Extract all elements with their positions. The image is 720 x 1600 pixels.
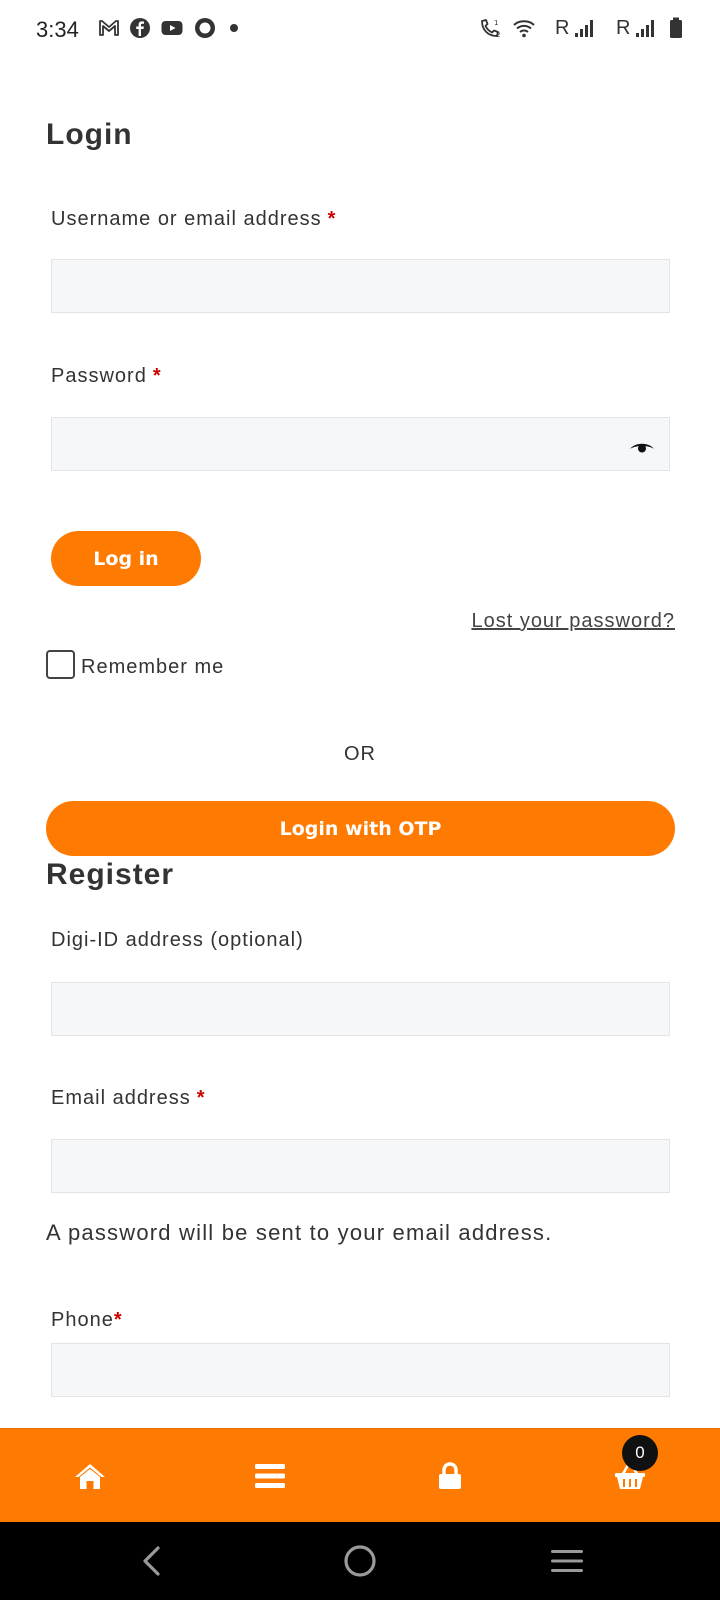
- roaming-label: R: [616, 17, 631, 39]
- system-recents-button[interactable]: [507, 1522, 627, 1600]
- remember-me[interactable]: Remember me: [46, 649, 224, 679]
- password-info-text: A password will be sent to your email ad…: [46, 1220, 553, 1245]
- lost-password-link[interactable]: Lost your password?: [471, 610, 675, 633]
- email-label-text: Email address: [51, 1087, 191, 1109]
- signal-icon: [575, 20, 593, 37]
- recents-icon: [551, 1550, 583, 1572]
- required-mark: *: [113, 1309, 123, 1331]
- digi-id-label: Digi-ID address (optional): [51, 929, 304, 951]
- svg-text:1: 1: [494, 19, 498, 27]
- system-nav-bar: [0, 1522, 720, 1600]
- nav-account-button[interactable]: [360, 1429, 540, 1523]
- youtube-icon: [161, 21, 183, 35]
- back-icon: [143, 1546, 160, 1576]
- facebook-icon: [130, 18, 150, 38]
- home-circle-icon: [344, 1545, 376, 1577]
- username-label-text: Username or email address: [51, 208, 322, 230]
- remember-me-checkbox[interactable]: [46, 649, 75, 679]
- login-title: Login: [46, 118, 133, 151]
- show-password-eye-icon[interactable]: [629, 440, 655, 454]
- or-divider: OR: [344, 743, 376, 765]
- home-icon: [75, 1464, 105, 1489]
- phone-label-text: Phone: [51, 1309, 114, 1331]
- lock-icon: [439, 1462, 461, 1489]
- login-button[interactable]: Log in: [51, 531, 201, 586]
- required-mark: *: [327, 208, 337, 230]
- cart-count-badge: 0: [622, 1435, 658, 1471]
- wifi-icon: [513, 20, 535, 38]
- login-with-otp-button[interactable]: Login with OTP: [46, 801, 675, 856]
- required-mark: *: [152, 365, 162, 387]
- battery-icon: [670, 17, 682, 38]
- system-back-button[interactable]: [92, 1522, 212, 1600]
- email-input[interactable]: [51, 1139, 670, 1193]
- roaming-label: R: [555, 17, 570, 39]
- password-label: Password *: [51, 365, 162, 388]
- username-label: Username or email address *: [51, 208, 336, 231]
- phone-input[interactable]: [51, 1343, 670, 1397]
- signal-icon: [636, 20, 654, 37]
- nav-home-button[interactable]: [0, 1429, 180, 1523]
- gmail-icon: [99, 20, 119, 36]
- bottom-nav: [0, 1428, 720, 1522]
- register-title: Register: [46, 858, 175, 891]
- dot-icon: [230, 24, 238, 32]
- remember-me-label: Remember me: [81, 655, 225, 678]
- system-home-button[interactable]: [300, 1522, 420, 1600]
- username-input[interactable]: [51, 259, 670, 313]
- nav-menu-button[interactable]: [180, 1429, 360, 1523]
- status-time: 3:34: [36, 17, 79, 42]
- menu-icon: [255, 1464, 285, 1488]
- status-bar: 3:34 1 2 R R: [0, 0, 720, 60]
- digi-id-input[interactable]: [51, 982, 670, 1036]
- password-input[interactable]: [51, 417, 670, 471]
- circle-app-icon: [195, 18, 215, 38]
- svg-text:2: 2: [496, 31, 500, 39]
- wifi-call-icon: 1 2: [481, 19, 500, 39]
- required-mark: *: [196, 1087, 206, 1109]
- page: 3:34 1 2 R R Login Username or email add…: [0, 0, 720, 1600]
- password-label-text: Password: [51, 365, 147, 387]
- phone-label: Phone*: [51, 1309, 123, 1332]
- email-label: Email address *: [51, 1087, 206, 1110]
